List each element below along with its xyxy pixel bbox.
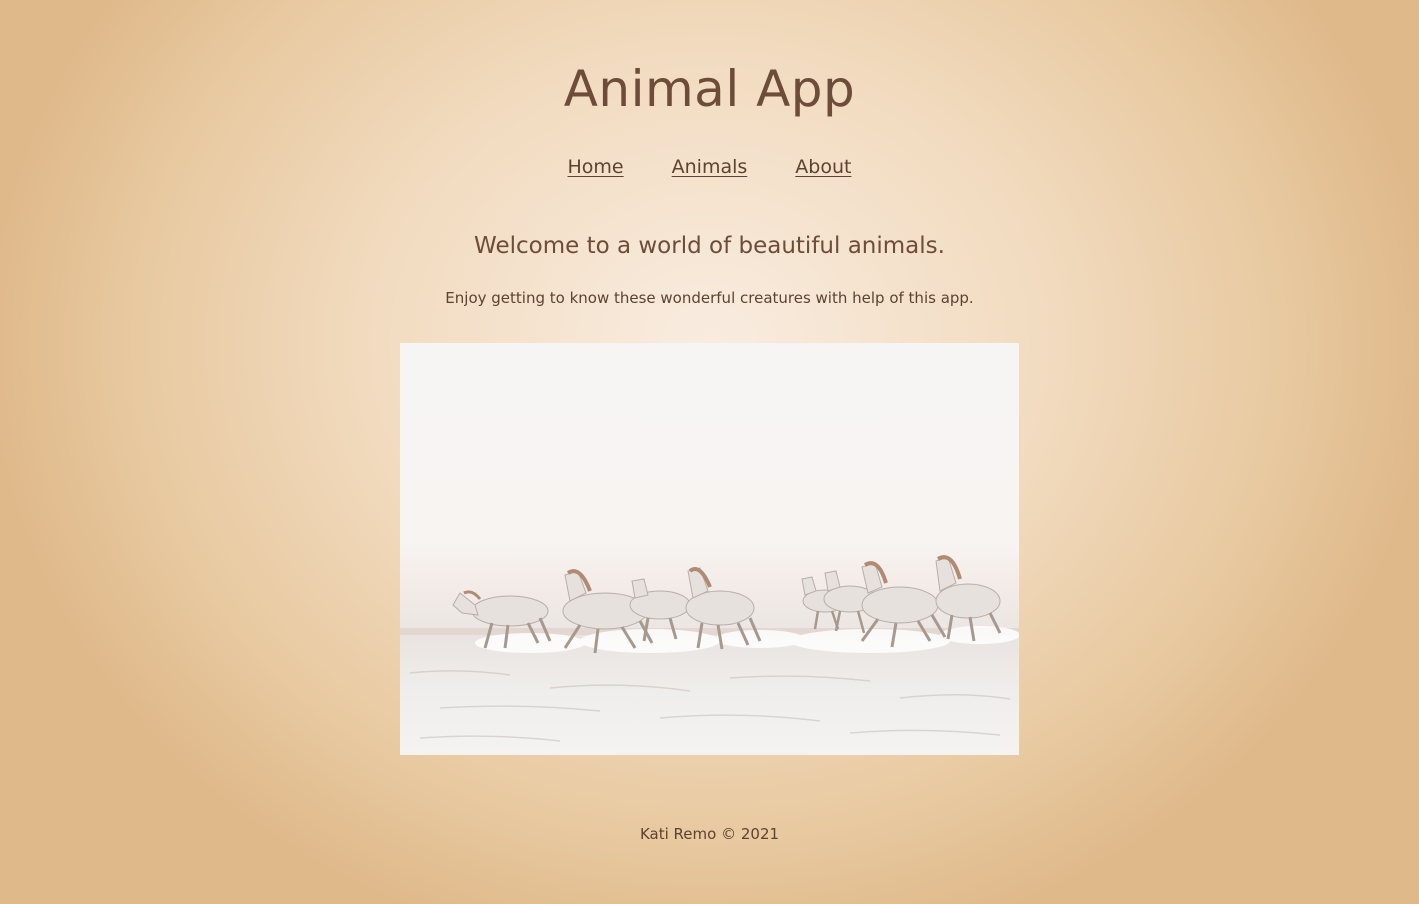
nav-link-animals[interactable]: Animals	[672, 156, 748, 178]
nav-link-about[interactable]: About	[795, 156, 851, 178]
app-title: Animal App	[563, 60, 856, 118]
horses-illustration	[400, 555, 1019, 755]
welcome-subtitle: Enjoy getting to know these wonderful cr…	[445, 289, 974, 307]
welcome-heading: Welcome to a world of beautiful animals.	[474, 233, 945, 259]
hero-image	[400, 343, 1019, 755]
nav-link-home[interactable]: Home	[568, 156, 624, 178]
main-nav: Home Animals About	[0, 156, 1419, 178]
footer-copyright: Kati Remo © 2021	[639, 825, 780, 843]
